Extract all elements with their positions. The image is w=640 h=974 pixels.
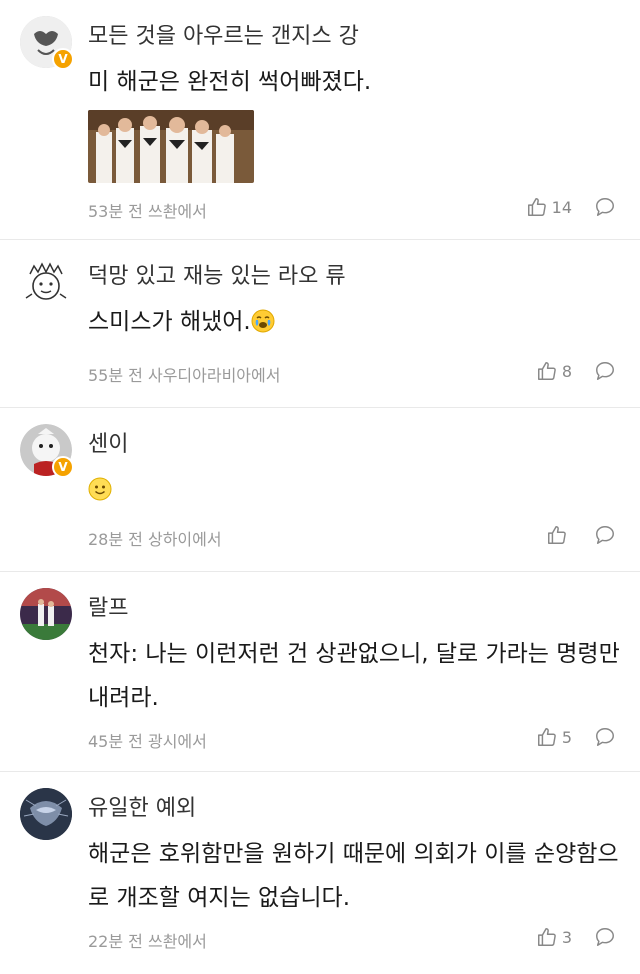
comment-text: 천자: 나는 이런저런 건 상관없으니, 달로 가라는 명령만 내려라. — [88, 641, 620, 711]
like-button[interactable]: 8 — [536, 360, 572, 382]
speech-bubble-icon[interactable] — [594, 726, 616, 748]
like-count: 8 — [561, 361, 572, 381]
comment-meta: 28분 전 상하이에서 — [88, 530, 222, 549]
comment-username[interactable]: 랄프 — [88, 590, 128, 622]
comment-text — [88, 468, 628, 512]
avatar[interactable] — [20, 256, 72, 308]
like-button[interactable]: 14 — [526, 196, 572, 218]
comment-item: V 모든 것을 아우르는 갠지스 강 미 해군은 완전히 썩어빠졌다. 53분 … — [0, 0, 640, 240]
comment-text: 해군은 호위함만을 원하기 때문에 의회가 이를 순양함으로 개조할 여지는 없… — [88, 841, 619, 911]
comment-text: 스미스가 해냈어. — [88, 300, 628, 344]
v-badge-icon: V — [52, 456, 74, 478]
comment-username[interactable]: 모든 것을 아우르는 갠지스 강 — [88, 18, 359, 50]
comment-meta: 53분 전 쓰촨에서 — [88, 202, 207, 221]
like-button[interactable]: 5 — [536, 726, 572, 748]
like-count: 3 — [561, 927, 572, 947]
speech-bubble-icon[interactable] — [594, 926, 616, 948]
comment-item: V 센이 28분 전 상하이에서 — [0, 408, 640, 572]
comment-username[interactable]: 덕망 있고 재능 있는 라오 류 — [88, 258, 346, 290]
speech-bubble-icon[interactable] — [594, 524, 616, 546]
speech-bubble-icon[interactable] — [594, 196, 616, 218]
comment-text: 미 해군은 완전히 썩어빠졌다. — [88, 69, 372, 95]
comment-meta: 45분 전 광시에서 — [88, 732, 207, 751]
sailors-gif-image[interactable] — [88, 110, 254, 183]
v-badge-icon: V — [52, 48, 74, 70]
like-button[interactable] — [546, 524, 572, 546]
crying-face-emoji — [251, 309, 275, 333]
smiling-face-emoji — [88, 477, 112, 501]
avatar[interactable] — [20, 588, 72, 640]
comment-item: 랄프 천자: 나는 이런저런 건 상관없으니, 달로 가라는 명령만 내려라. … — [0, 572, 640, 772]
thumbs-up-icon — [537, 728, 556, 746]
avatar[interactable] — [20, 788, 72, 840]
comment-text-body: 스미스가 해냈어. — [88, 309, 251, 335]
comment-item: 유일한 예외 해군은 호위함만을 원하기 때문에 의회가 이를 순양함으로 개조… — [0, 772, 640, 974]
thumbs-up-icon — [527, 198, 546, 216]
thumbs-up-icon — [548, 526, 566, 544]
comment-username[interactable]: 유일한 예외 — [88, 790, 196, 822]
like-button[interactable]: 3 — [536, 926, 572, 948]
like-count: 14 — [551, 197, 572, 217]
comment-meta: 55분 전 사우디아라비아에서 — [88, 366, 281, 385]
thumbs-up-icon — [537, 928, 556, 946]
like-count: 5 — [561, 727, 572, 747]
speech-bubble-icon[interactable] — [594, 360, 616, 382]
comment-item: 덕망 있고 재능 있는 라오 류 스미스가 해냈어. 55분 전 사우디아라비아… — [0, 240, 640, 408]
comment-meta: 22분 전 쓰촨에서 — [88, 932, 207, 951]
thumbs-up-icon — [537, 362, 556, 380]
comment-username[interactable]: 센이 — [88, 426, 128, 458]
